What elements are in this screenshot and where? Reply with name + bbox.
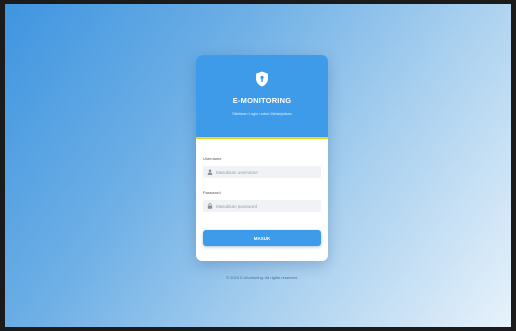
footer-text: © 2024 E-Monitoring. All rights reserved…: [226, 275, 298, 280]
username-label: Username: [203, 156, 222, 161]
lock-icon: [207, 203, 213, 209]
user-icon: [207, 169, 213, 175]
login-page: E-MONITORING Silahkan Login untuk Melanj…: [5, 4, 511, 327]
username-input[interactable]: [216, 167, 316, 177]
password-label: Password: [203, 190, 221, 195]
password-field[interactable]: [203, 200, 321, 212]
password-input[interactable]: [216, 201, 316, 211]
login-card: E-MONITORING Silahkan Login untuk Melanj…: [196, 55, 328, 261]
window-frame: E-MONITORING Silahkan Login untuk Melanj…: [0, 0, 516, 331]
app-title: E-MONITORING: [232, 96, 292, 105]
login-button[interactable]: MASUK: [203, 230, 321, 246]
login-card-header: E-MONITORING Silahkan Login untuk Melanj…: [196, 55, 328, 139]
app-subtitle: Silahkan Login untuk Melanjutkan: [232, 111, 292, 116]
shield-icon: [256, 71, 268, 87]
username-field[interactable]: [203, 166, 321, 178]
